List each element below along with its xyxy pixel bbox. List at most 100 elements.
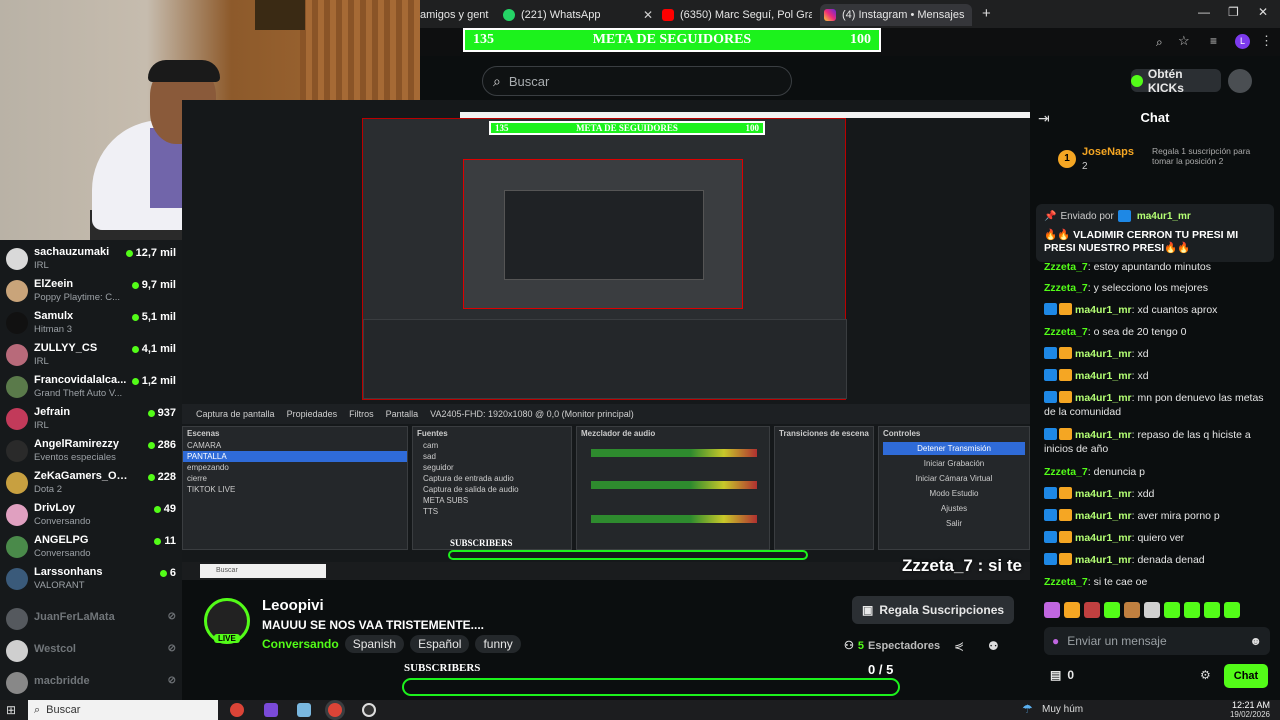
chat-user[interactable]: ma4ur1_mr [1075,304,1132,316]
obs-icon[interactable] [362,703,376,717]
sidebar-channel[interactable]: sachauzumaki IRL 12,7 mil [6,244,176,276]
sidebar-channel-offline[interactable]: JuanFerLaMata ⊘ [6,604,176,636]
sidebar-channel[interactable]: ElZeein Poppy Playtime: C... 9,7 mil [6,276,176,308]
chat-user[interactable]: Zzzeta_7 [1044,576,1088,588]
bookmark-star-icon[interactable]: ☆ [1178,33,1190,49]
sidebar-channel[interactable]: AngelRamirezzy Eventos especiales 286 [6,436,176,468]
chat-user[interactable]: ma4ur1_mr [1075,510,1132,522]
source-item[interactable]: META SUBS [413,495,571,506]
taskbar-search[interactable]: ⌕ Buscar [28,700,218,720]
emote-icon[interactable] [1144,602,1160,618]
source-item[interactable]: Captura de entrada audio [413,473,571,484]
scene-item[interactable]: CAMARA [183,440,407,451]
gifter-name[interactable]: JoseNaps [1082,146,1134,158]
stop-stream-button[interactable]: Detener Transmisión [883,442,1025,455]
app-icon[interactable] [264,703,278,717]
emote-icon[interactable] [1084,602,1100,618]
source-item[interactable]: Captura de salida de audio [413,484,571,495]
minimize-icon[interactable]: — [1198,5,1210,19]
source-item[interactable]: sad [413,451,571,462]
browser-tab[interactable]: amigos y gent✕ [420,4,495,26]
browser-tab[interactable]: (6350) Marc Seguí, Pol Granch✕ [662,4,812,26]
more-menu-icon[interactable]: ⋮ [1260,33,1273,49]
obs-prop[interactable]: Captura de pantalla [196,409,275,419]
chat-user[interactable]: ma4ur1_mr [1075,532,1132,544]
app-icon[interactable] [297,703,311,717]
scene-item-selected[interactable]: PANTALLA [183,451,407,462]
tag[interactable]: Español [410,635,470,653]
sidebar-channel[interactable]: DrivLoy Conversando 49 [6,500,176,532]
emote-icon[interactable] [1204,602,1220,618]
emoji-icon[interactable]: ☻ [1249,634,1262,648]
obs-prop[interactable]: Filtros [349,409,374,419]
virtual-camera-button[interactable]: Iniciar Cámara Virtual [883,472,1025,485]
search-box[interactable]: ⌕ Buscar [482,66,792,96]
sidebar-channel[interactable]: Samulx Hitman 3 5,1 mil [6,308,176,340]
chat-user[interactable]: ma4ur1_mr [1075,488,1132,500]
extensions-icon[interactable]: ≡ [1210,34,1217,48]
sidebar-channel[interactable]: ZeKaGamers_Oficial Dota 2 228 [6,468,176,500]
source-item[interactable]: cam [413,440,571,451]
sidebar-channel[interactable]: Francovidalalca... Grand Theft Auto V...… [6,372,176,404]
chat-user[interactable]: ma4ur1_mr [1075,429,1132,441]
scene-item[interactable]: empezando [183,462,407,473]
emote-icon[interactable] [1064,602,1080,618]
clock-date[interactable]: 19/02/2026 [1208,710,1270,719]
sidebar-channel[interactable]: ANGELPG Conversando 11 [6,532,176,564]
emote-icon[interactable] [1184,602,1200,618]
close-icon[interactable]: ✕ [488,8,495,22]
exit-button[interactable]: Salir [883,517,1025,530]
send-chat-button[interactable]: Chat [1224,664,1268,688]
streamer-name[interactable]: Leoopivi [262,597,324,614]
pinned-user[interactable]: ma4ur1_mr [1137,211,1191,222]
chat-user[interactable]: ma4ur1_mr [1075,348,1132,360]
emote-icon[interactable] [1124,602,1140,618]
tag[interactable]: Spanish [344,635,405,653]
chat-user[interactable]: Zzzeta_7 [1044,261,1088,273]
chat-user[interactable]: Zzzeta_7 [1044,282,1088,294]
sidebar-channel[interactable]: Jefrain IRL 937 [6,404,176,436]
chat-user[interactable]: ma4ur1_mr [1075,370,1132,382]
settings-gear-icon[interactable]: ⚙ [1200,668,1211,682]
browser-tab[interactable]: (221) WhatsApp ✕ [503,4,653,26]
profile-avatar[interactable]: L [1235,34,1250,49]
windows-start-icon[interactable]: ⊞ [6,703,16,717]
zoom-icon[interactable]: ⌕ [1156,35,1163,50]
gift-subs-button[interactable]: ▣ Regala Suscripciones [852,596,1015,624]
chat-user[interactable]: ma4ur1_mr [1075,554,1132,566]
source-item[interactable]: TTS [413,506,571,517]
kicks-balance[interactable]: ▤ 0 [1050,668,1074,682]
emote-icon[interactable] [1164,602,1180,618]
obs-prop[interactable]: Propiedades [287,409,338,419]
start-recording-button[interactable]: Iniciar Grabación [883,457,1025,470]
stream-video[interactable]: 135 META DE SEGUIDORES 100 Captura de pa… [182,100,1030,595]
chat-user[interactable]: ma4ur1_mr [1075,392,1132,404]
category-link[interactable]: Conversando [262,637,339,651]
chat-input[interactable]: ● Enviar un mensaje ☻ [1044,627,1270,655]
clock-time[interactable]: 12:21 AM [1208,700,1270,710]
obs-prop[interactable]: Pantalla [386,409,419,419]
emote-icon[interactable] [1224,602,1240,618]
chrome-active-icon[interactable] [328,703,342,717]
close-icon[interactable]: ✕ [964,8,972,22]
browser-tab-active[interactable]: (4) Instagram • Mensajes✕ [820,4,972,26]
source-item[interactable]: seguidor [413,462,571,473]
emote-icon[interactable] [1104,602,1120,618]
mic-icon[interactable]: ● [1052,634,1059,648]
sidebar-channel[interactable]: Larssonhans VALORANT 6 [6,564,176,596]
chat-user[interactable]: Zzzeta_7 [1044,326,1088,338]
close-window-icon[interactable]: ✕ [1258,5,1268,19]
scene-item[interactable]: TIKTOK LIVE [183,484,407,495]
share-icon[interactable]: ⋞ [954,639,964,653]
restore-icon[interactable]: ❐ [1228,5,1239,19]
get-kicks-button[interactable]: Obtén KICKs [1131,67,1221,95]
sidebar-channel[interactable]: ZULLYY_CS IRL 4,1 mil [6,340,176,372]
obs-prop[interactable]: VA2405-FHD: 1920x1080 @ 0,0 (Monitor pri… [430,409,634,419]
follow-icon[interactable]: ⚉ [988,639,999,653]
studio-mode-button[interactable]: Modo Estudio [883,487,1025,500]
emote-icon[interactable] [1044,602,1060,618]
user-avatar[interactable] [1228,69,1252,93]
chrome-icon[interactable] [230,703,244,717]
settings-button[interactable]: Ajustes [883,502,1025,515]
sidebar-channel-offline[interactable]: Westcol ⊘ [6,636,176,668]
